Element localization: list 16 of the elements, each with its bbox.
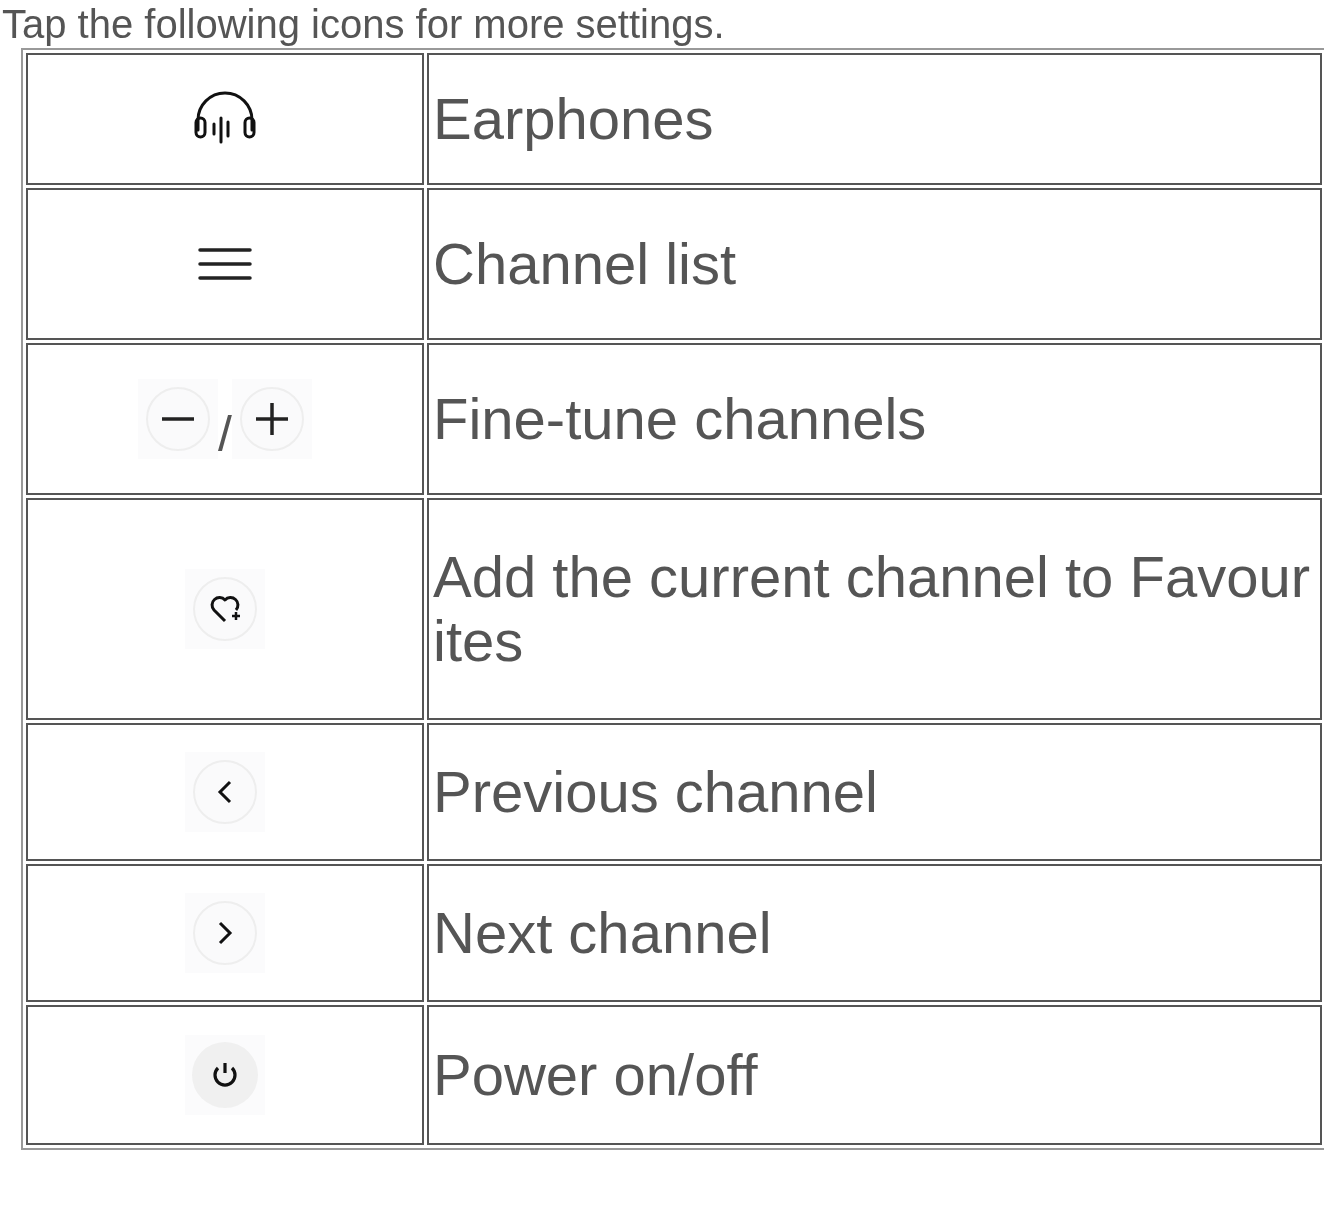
chevron-left-icon	[185, 752, 265, 832]
power-icon	[185, 1035, 265, 1115]
intro-text: Tap the following icons for more settings.	[2, 1, 726, 48]
row-label: Add the current channel to Favourites	[433, 544, 1310, 673]
heart-plus-icon	[185, 569, 265, 649]
row-label: Earphones	[433, 86, 714, 151]
row-label: Channel list	[433, 231, 737, 296]
minus-icon	[138, 379, 219, 459]
separator-text: /	[218, 409, 232, 459]
row-label: Fine-tune channels	[433, 386, 927, 451]
row-label: Previous channel	[433, 759, 878, 824]
row-label: Power on/off	[433, 1042, 758, 1107]
chevron-right-icon	[185, 893, 265, 973]
plus-icon	[231, 379, 312, 459]
menu-icon	[198, 246, 252, 282]
row-label: Next channel	[433, 900, 772, 965]
